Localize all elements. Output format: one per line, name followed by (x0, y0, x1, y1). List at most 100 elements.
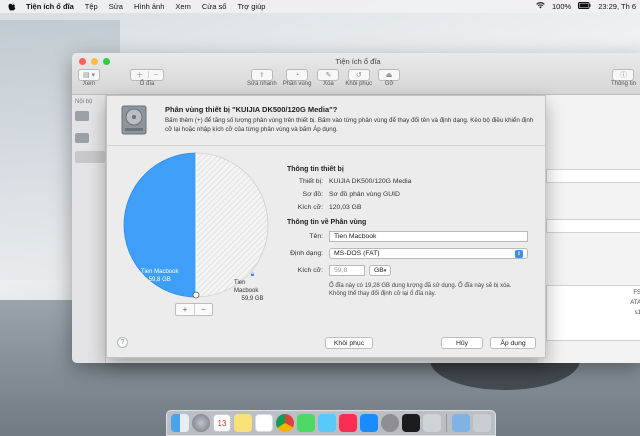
battery-percent: 100% (552, 2, 572, 11)
info-label: Thông tin (610, 81, 636, 87)
partition-icon: ◔ (286, 69, 309, 81)
device-size-key: Kích cỡ: (297, 204, 323, 211)
apply-button[interactable]: Áp dụng (490, 337, 536, 349)
sidebar: Nội bộ (72, 95, 106, 363)
system-preferences-icon[interactable] (381, 414, 399, 432)
format-select[interactable]: MS-DOS (FAT) ⇕ (329, 248, 528, 259)
menubar-status-area: 100% 23:29, Th 6 (536, 2, 640, 11)
scheme-key: Sơ đồ: (302, 191, 323, 198)
info-icon: ⓘ (612, 69, 635, 81)
device-value: KUIJIA DK500/120G Media (329, 178, 412, 185)
trash-icon[interactable] (473, 414, 491, 432)
pie-slice-2-label: 🔒︎ Tien Macbook 59,9 GB (234, 271, 271, 303)
menu-images[interactable]: Hình ảnh (134, 2, 164, 11)
eject-icon: ⏏ (378, 69, 401, 81)
format-key: Định dạng: (290, 250, 323, 257)
partition-name-input[interactable]: Tien Macbook (329, 231, 528, 242)
partition-info-heading: Thông tin về Phân vùng (287, 219, 367, 226)
detail-fragment-fs: FS (633, 290, 640, 296)
hard-disk-icon (121, 105, 147, 135)
sidebar-icon: ▤ ▾ (78, 69, 100, 81)
info-section: Thông tin thiết bị Thiết bị: KUIJIA DK50… (287, 166, 537, 298)
info-button[interactable]: ⓘ Thông tin (611, 69, 636, 87)
folder-icon[interactable] (452, 414, 470, 432)
first-aid-button[interactable]: ⚕ Sửa nhanh (247, 69, 277, 87)
menu-view[interactable]: Xem (175, 2, 190, 11)
erase-label: Xóa (323, 81, 334, 87)
first-aid-label: Sửa nhanh (247, 81, 277, 87)
stethoscope-icon: ⚕ (250, 69, 273, 81)
app-store-icon[interactable] (360, 414, 378, 432)
battery-icon[interactable] (578, 2, 591, 11)
revert-button[interactable]: Khôi phục (325, 337, 373, 349)
scheme-value: Sơ đồ phân vùng GUID (329, 191, 400, 198)
device-row: Thiết bị: KUIJIA DK500/120G Media (287, 178, 537, 185)
device-size-row: Kích cỡ: 120,03 GB (287, 204, 537, 211)
toolbar-actions: ⚕ Sửa nhanh ◔ Phân vùng ✎ Xóa ↺ Khôi phục ⏏ G… (247, 69, 401, 87)
volume-label: Ổ đĩa (139, 81, 155, 87)
pie-add-remove-control: + − (175, 303, 213, 316)
detail-table: FS ATA s1 (546, 285, 640, 341)
sidebar-item-selected[interactable] (75, 151, 105, 163)
unmount-button[interactable]: ⏏ Gỡ (378, 69, 401, 87)
detail-fragment-ata: ATA (630, 300, 640, 306)
menu-file[interactable]: Tệp (85, 2, 98, 11)
disk-utility-icon[interactable] (423, 414, 441, 432)
detail-fragment-s1: s1 (634, 310, 640, 316)
internal-disk-icon[interactable] (75, 111, 89, 121)
size-unit-select[interactable]: GB ▾ (369, 265, 391, 276)
window-toolbar: Tiện ích ổ đĩa ▤ ▾ Xem ＋ ｜ − Ổ đĩa ⚕ Sửa … (72, 53, 640, 95)
device-key: Thiết bị: (298, 178, 323, 185)
remove-partition-button[interactable]: − (194, 304, 212, 315)
partition-note: Ổ đĩa này có 19,28 GB dung lượng đã sử d… (329, 283, 512, 297)
format-row: Định dạng: MS-DOS (FAT) ⇕ (287, 248, 537, 259)
menu-window[interactable]: Cửa sổ (202, 2, 227, 11)
window-title: Tiện ích ổ đĩa (335, 57, 381, 66)
sheet-description: Bấm thêm (+) để tăng số lượng phân vùng … (165, 117, 534, 133)
partition-button[interactable]: ◔ Phân vùng (283, 69, 311, 87)
format-value: MS-DOS (FAT) (334, 250, 380, 257)
device-info-heading: Thông tin thiết bị (287, 166, 344, 173)
clock[interactable]: 23:29, Th 6 (598, 2, 636, 11)
size-key: Kích cỡ: (297, 267, 323, 274)
menu-edit[interactable]: Sửa (109, 2, 123, 11)
pie-slice-1-name: Tien Macbook (141, 269, 179, 275)
view-button[interactable]: ▤ ▾ Xem (78, 69, 100, 87)
sidebar-heading-internal: Nội bộ (75, 99, 93, 105)
reminders-icon[interactable] (255, 414, 273, 432)
restore-button[interactable]: ↺ Khôi phục (345, 69, 372, 87)
restore-icon: ↺ (347, 69, 370, 81)
partition-sheet: Phân vùng thiết bị "KUIJIA DK500/120G Me… (106, 95, 546, 358)
launchpad-icon[interactable] (192, 414, 210, 432)
wifi-icon[interactable] (536, 2, 545, 11)
notes-icon[interactable] (234, 414, 252, 432)
pie-slice-1-label: Tien Macbook 59,8 GB (141, 268, 178, 284)
music-icon[interactable] (339, 414, 357, 432)
scheme-row: Sơ đồ: Sơ đồ phân vùng GUID (287, 191, 537, 198)
pie-resize-handle[interactable] (192, 291, 200, 299)
detail-field-1 (546, 169, 640, 183)
messages-icon[interactable] (318, 414, 336, 432)
sheet-title: Phân vùng thiết bị "KUIJIA DK500/120G Me… (165, 105, 338, 114)
facetime-icon[interactable] (297, 414, 315, 432)
lock-icon: 🔒︎ (250, 271, 255, 278)
menu-app-name[interactable]: Tiện ích ổ đĩa (26, 2, 74, 11)
sheet-footer: ? Khôi phục Hủy Áp dụng (107, 325, 547, 357)
menu-help[interactable]: Trợ giúp (237, 2, 265, 11)
add-partition-button[interactable]: + (176, 304, 194, 315)
sheet-header: Phân vùng thiết bị "KUIJIA DK500/120G Me… (107, 96, 545, 146)
apple-icon[interactable] (8, 2, 16, 11)
terminal-icon[interactable] (402, 414, 420, 432)
dock-separator (446, 414, 447, 432)
volume-button[interactable]: ＋ ｜ − Ổ đĩa (130, 69, 164, 87)
chevron-down-icon: ▾ (383, 267, 387, 274)
finder-icon[interactable] (171, 414, 189, 432)
help-button[interactable]: ? (117, 337, 128, 348)
detail-field-2 (546, 219, 640, 233)
partition-size-input[interactable]: 59,8 (329, 265, 365, 276)
calendar-icon[interactable]: 13 (213, 414, 231, 432)
cancel-button[interactable]: Hủy (441, 337, 483, 349)
chrome-icon[interactable] (276, 414, 294, 432)
volume-icon[interactable] (75, 133, 89, 143)
erase-button[interactable]: ✎ Xóa (317, 69, 340, 87)
